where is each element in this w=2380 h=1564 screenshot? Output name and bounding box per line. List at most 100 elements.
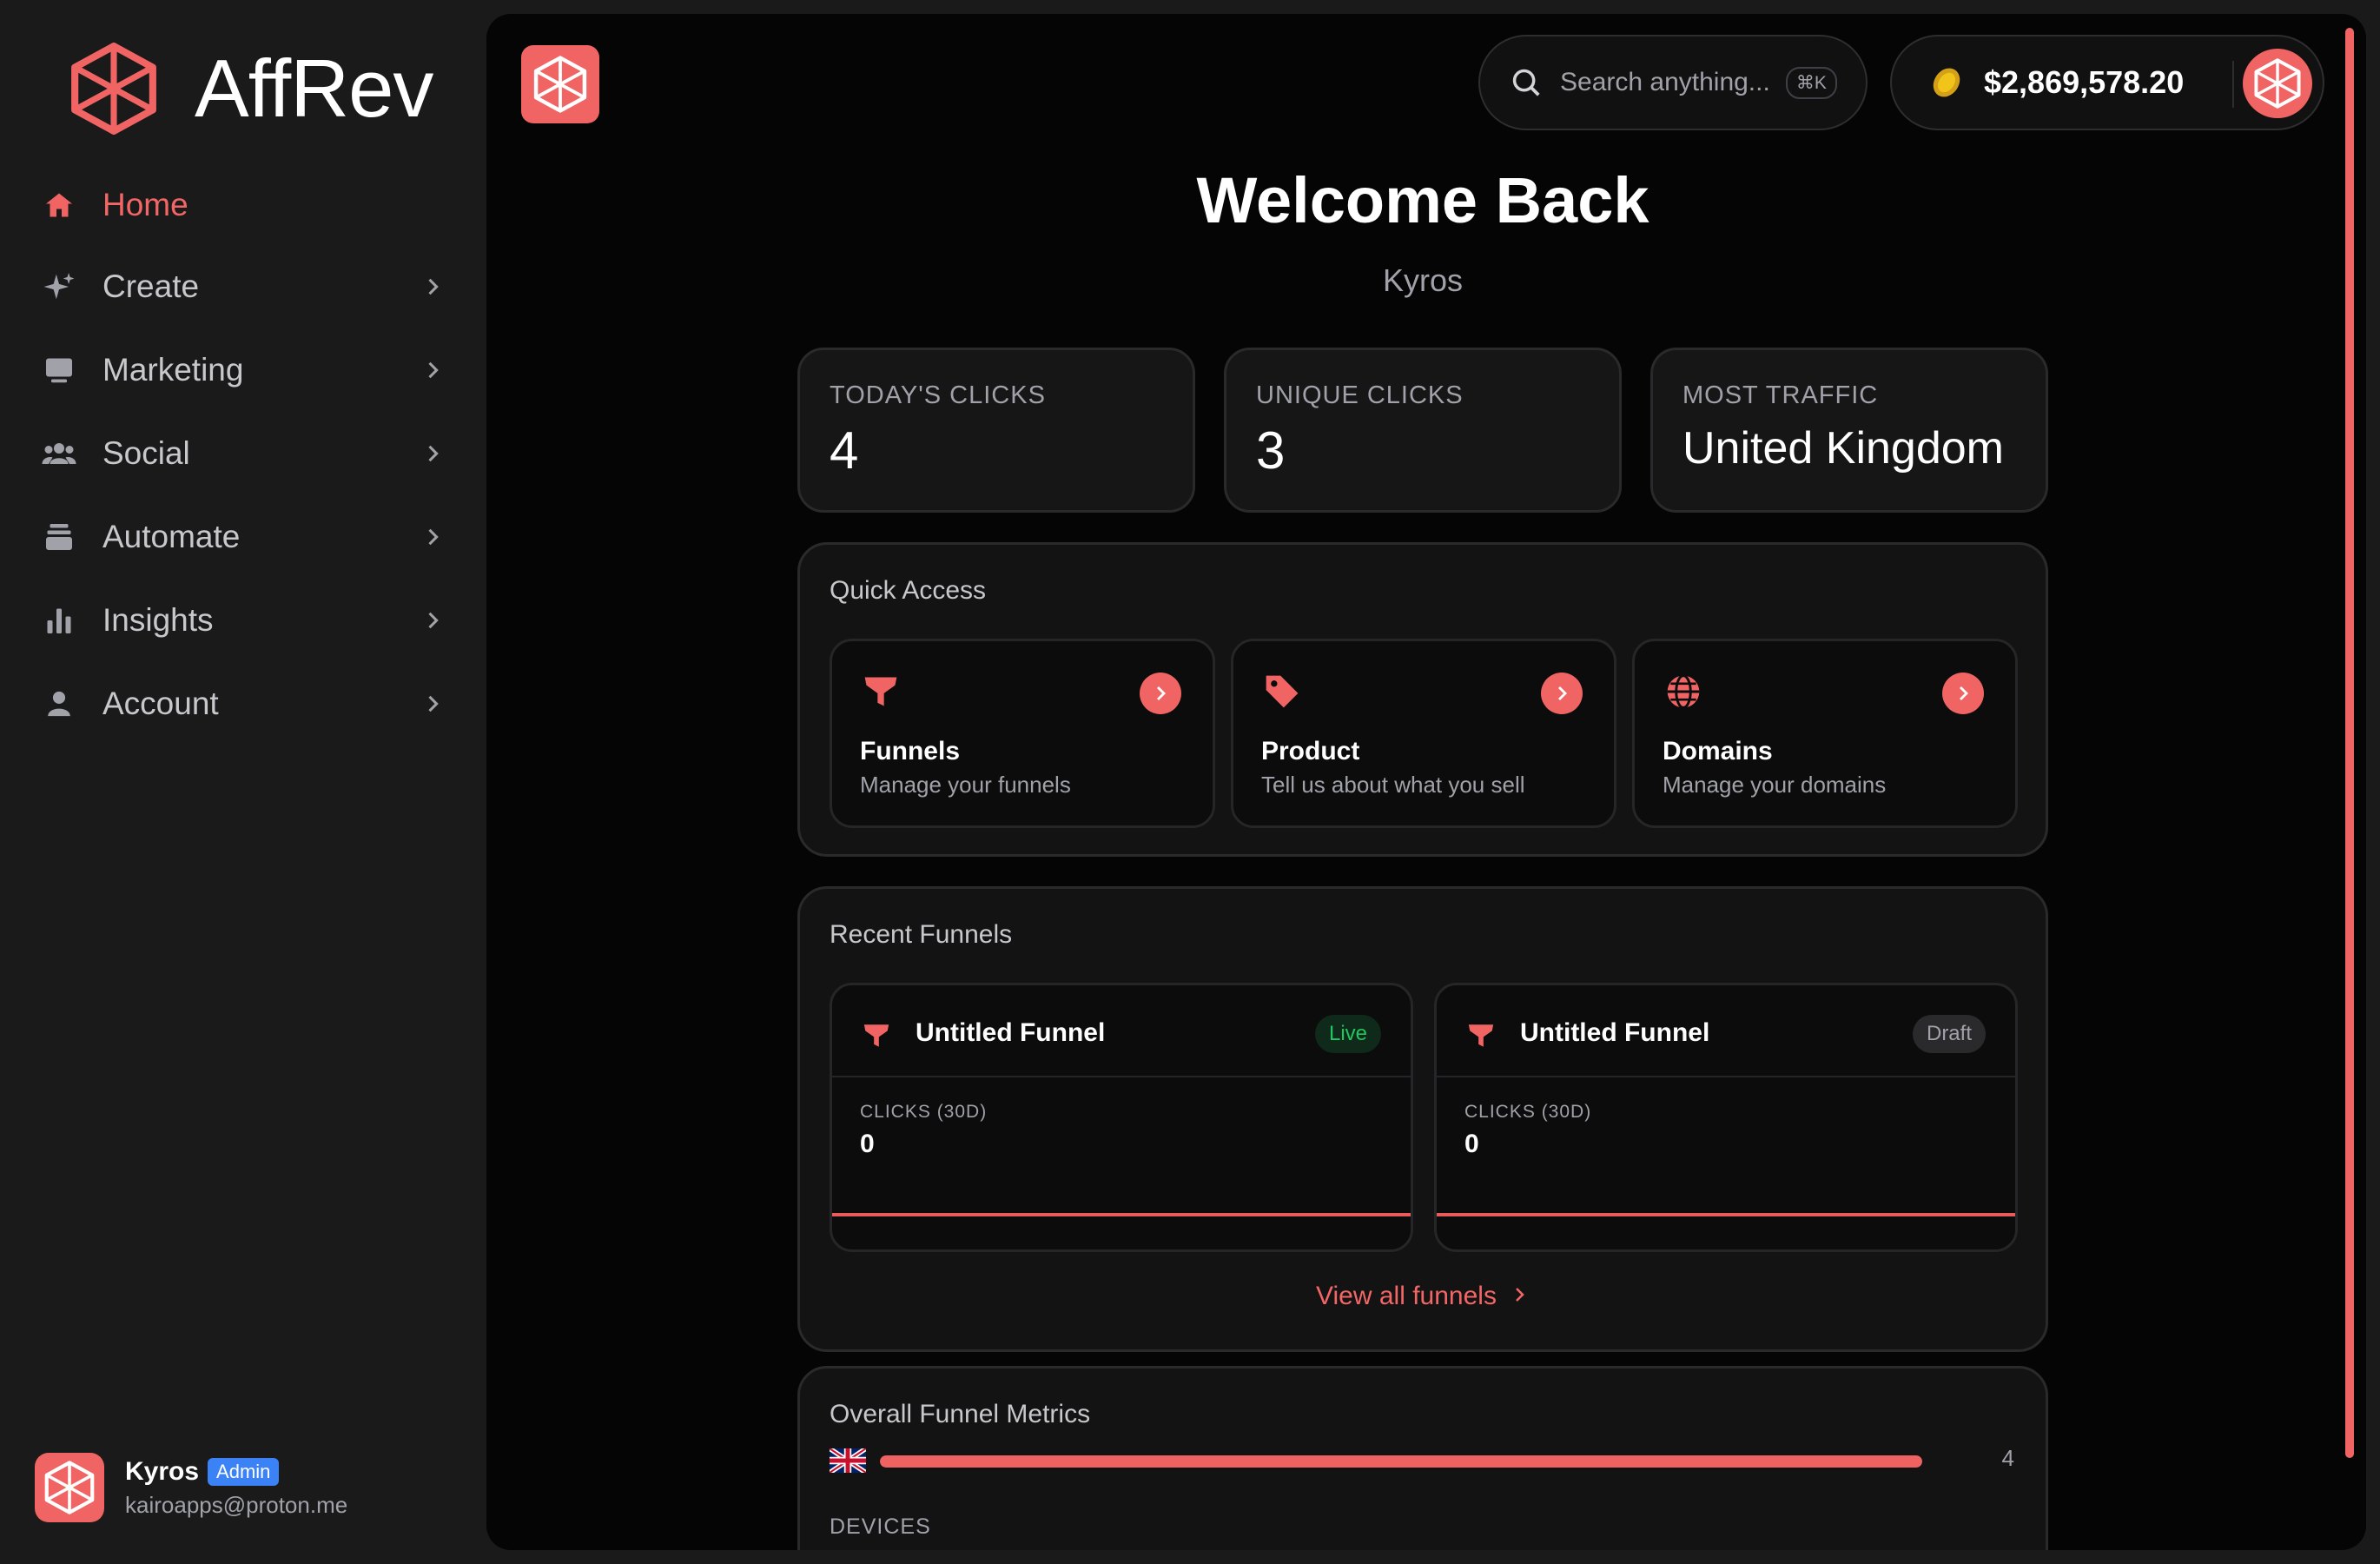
quick-access-title: Funnels bbox=[860, 737, 961, 765]
sidebar-item-social[interactable]: Social bbox=[0, 412, 486, 495]
sidebar-item-account[interactable]: Account bbox=[0, 662, 486, 746]
stat-card-todays-clicks: TODAY'S CLICKS 4 bbox=[797, 348, 1195, 513]
quick-access-panel: Quick Access Funnels Manage your funnels… bbox=[797, 542, 2048, 857]
sparkle-icon bbox=[42, 269, 76, 304]
avatar bbox=[35, 1453, 104, 1522]
sidebar-item-label: Insights bbox=[102, 602, 214, 638]
coin-icon bbox=[1933, 68, 1960, 97]
chevron-right-icon bbox=[428, 445, 439, 462]
stat-value: 3 bbox=[1256, 421, 1286, 480]
metric-count: 4 bbox=[2001, 1445, 2014, 1471]
stat-card-most-traffic: MOST TRAFFIC United Kingdom bbox=[1650, 348, 2048, 513]
users-icon bbox=[42, 436, 76, 471]
cube-logo-icon bbox=[44, 1461, 95, 1514]
user-card[interactable]: Kyros Admin kairoapps@proton.me bbox=[35, 1453, 347, 1522]
sidebar-item-label: Home bbox=[102, 187, 188, 222]
metric-value: 0 bbox=[860, 1130, 875, 1158]
shortcut-hint: ⌘K bbox=[1785, 66, 1837, 99]
scrollbar[interactable] bbox=[2345, 28, 2354, 1458]
sidebar: AffRev Home Create Marketing Social Auto… bbox=[0, 0, 486, 1564]
quick-access-product[interactable]: Product Tell us about what you sell bbox=[1231, 639, 1616, 828]
funnel-name: Untitled Funnel bbox=[1520, 1018, 1710, 1047]
brand-name: AffRev bbox=[195, 43, 433, 134]
role-badge: Admin bbox=[208, 1457, 280, 1486]
chevron-right-icon bbox=[428, 278, 439, 295]
arrow-right-button[interactable] bbox=[1942, 673, 1984, 714]
chevron-right-icon bbox=[1960, 686, 1968, 700]
view-all-label: View all funnels bbox=[1316, 1282, 1497, 1310]
app-logo-button[interactable] bbox=[521, 45, 599, 123]
quick-access-desc: Manage your domains bbox=[1663, 772, 1887, 798]
chevron-right-icon bbox=[428, 695, 439, 712]
sparkline bbox=[1437, 1213, 2015, 1216]
devices-label: DEVICES bbox=[830, 1514, 931, 1539]
divider bbox=[2232, 61, 2234, 108]
globe-icon bbox=[1667, 674, 1700, 709]
stat-value: 4 bbox=[830, 421, 859, 480]
metric-label: CLICKS (30D) bbox=[1464, 1102, 1592, 1122]
chevron-right-icon bbox=[428, 528, 439, 546]
arrow-right-button[interactable] bbox=[1541, 673, 1583, 714]
quick-access-title: Domains bbox=[1663, 737, 1773, 765]
quick-access-domains[interactable]: Domains Manage your domains bbox=[1632, 639, 2018, 828]
search-icon bbox=[1512, 69, 1540, 96]
chevron-right-icon bbox=[1558, 686, 1567, 700]
user-name: Kyros bbox=[125, 1456, 200, 1486]
section-title: Recent Funnels bbox=[830, 920, 1013, 949]
stat-card-unique-clicks: UNIQUE CLICKS 3 bbox=[1224, 348, 1622, 513]
sidebar-nav: Home Create Marketing Social Automate In… bbox=[0, 165, 486, 746]
cube-logo-icon bbox=[2254, 58, 2301, 109]
sidebar-item-label: Social bbox=[102, 435, 190, 471]
monitor-icon bbox=[42, 353, 76, 388]
balance-amount: $2,869,578.20 bbox=[1984, 64, 2185, 100]
quick-access-desc: Tell us about what you sell bbox=[1261, 772, 1525, 798]
funnel-icon bbox=[863, 1024, 889, 1047]
view-all-funnels-link[interactable]: View all funnels bbox=[800, 1282, 2046, 1312]
sidebar-item-insights[interactable]: Insights bbox=[0, 579, 486, 662]
metric-value: 0 bbox=[1464, 1130, 1479, 1158]
funnel-card[interactable]: Untitled Funnel Draft CLICKS (30D) 0 bbox=[1434, 983, 2018, 1252]
arrow-right-button[interactable] bbox=[1140, 673, 1181, 714]
cube-logo-icon bbox=[533, 56, 587, 113]
metric-label: CLICKS (30D) bbox=[860, 1102, 988, 1122]
section-title: Overall Funnel Metrics bbox=[830, 1400, 1091, 1428]
stat-value: United Kingdom bbox=[1683, 423, 2004, 474]
chevron-right-icon bbox=[428, 612, 439, 629]
sidebar-item-label: Create bbox=[102, 268, 200, 304]
user-email: kairoapps@proton.me bbox=[125, 1491, 348, 1518]
sidebar-item-label: Automate bbox=[102, 519, 241, 554]
sidebar-item-home[interactable]: Home bbox=[0, 165, 486, 245]
stack-icon bbox=[42, 520, 76, 554]
stat-label: UNIQUE CLICKS bbox=[1256, 381, 1464, 409]
chevron-right-icon bbox=[1157, 686, 1166, 700]
funnel-card-header: Untitled Funnel Live bbox=[832, 985, 1411, 1077]
balance-widget[interactable]: $2,869,578.20 bbox=[1890, 35, 2324, 130]
progress-bar-fill bbox=[880, 1455, 1922, 1468]
search-input[interactable]: Search anything... ⌘K bbox=[1478, 35, 1868, 130]
sidebar-item-create[interactable]: Create bbox=[0, 245, 486, 328]
sidebar-item-marketing[interactable]: Marketing bbox=[0, 328, 486, 412]
cube-logo-icon bbox=[71, 43, 156, 135]
home-icon bbox=[42, 188, 76, 222]
funnel-name: Untitled Funnel bbox=[916, 1018, 1106, 1047]
status-badge: Live bbox=[1314, 1015, 1381, 1053]
bar-chart-icon bbox=[42, 603, 76, 638]
page-subtitle: Kyros bbox=[1382, 262, 1464, 298]
section-title: Quick Access bbox=[830, 576, 987, 605]
brand[interactable]: AffRev bbox=[69, 42, 433, 136]
sparkline bbox=[832, 1213, 1411, 1216]
country-metric-row: 4 bbox=[830, 1443, 2023, 1478]
uk-flag-icon bbox=[830, 1448, 866, 1473]
funnel-icon bbox=[864, 677, 897, 706]
sidebar-item-automate[interactable]: Automate bbox=[0, 495, 486, 579]
progress-bar bbox=[880, 1455, 1922, 1468]
overall-metrics-panel: Overall Funnel Metrics 4 DEVICES bbox=[797, 1366, 2048, 1550]
quick-access-desc: Manage your funnels bbox=[860, 772, 1071, 798]
profile-avatar[interactable] bbox=[2243, 49, 2312, 118]
funnel-card-header: Untitled Funnel Draft bbox=[1437, 985, 2015, 1077]
chevron-right-icon bbox=[428, 361, 439, 379]
user-icon bbox=[42, 686, 76, 721]
quick-access-funnels[interactable]: Funnels Manage your funnels bbox=[830, 639, 1215, 828]
funnel-card[interactable]: Untitled Funnel Live CLICKS (30D) 0 bbox=[830, 983, 1413, 1252]
chevron-right-icon bbox=[1509, 1282, 1530, 1312]
